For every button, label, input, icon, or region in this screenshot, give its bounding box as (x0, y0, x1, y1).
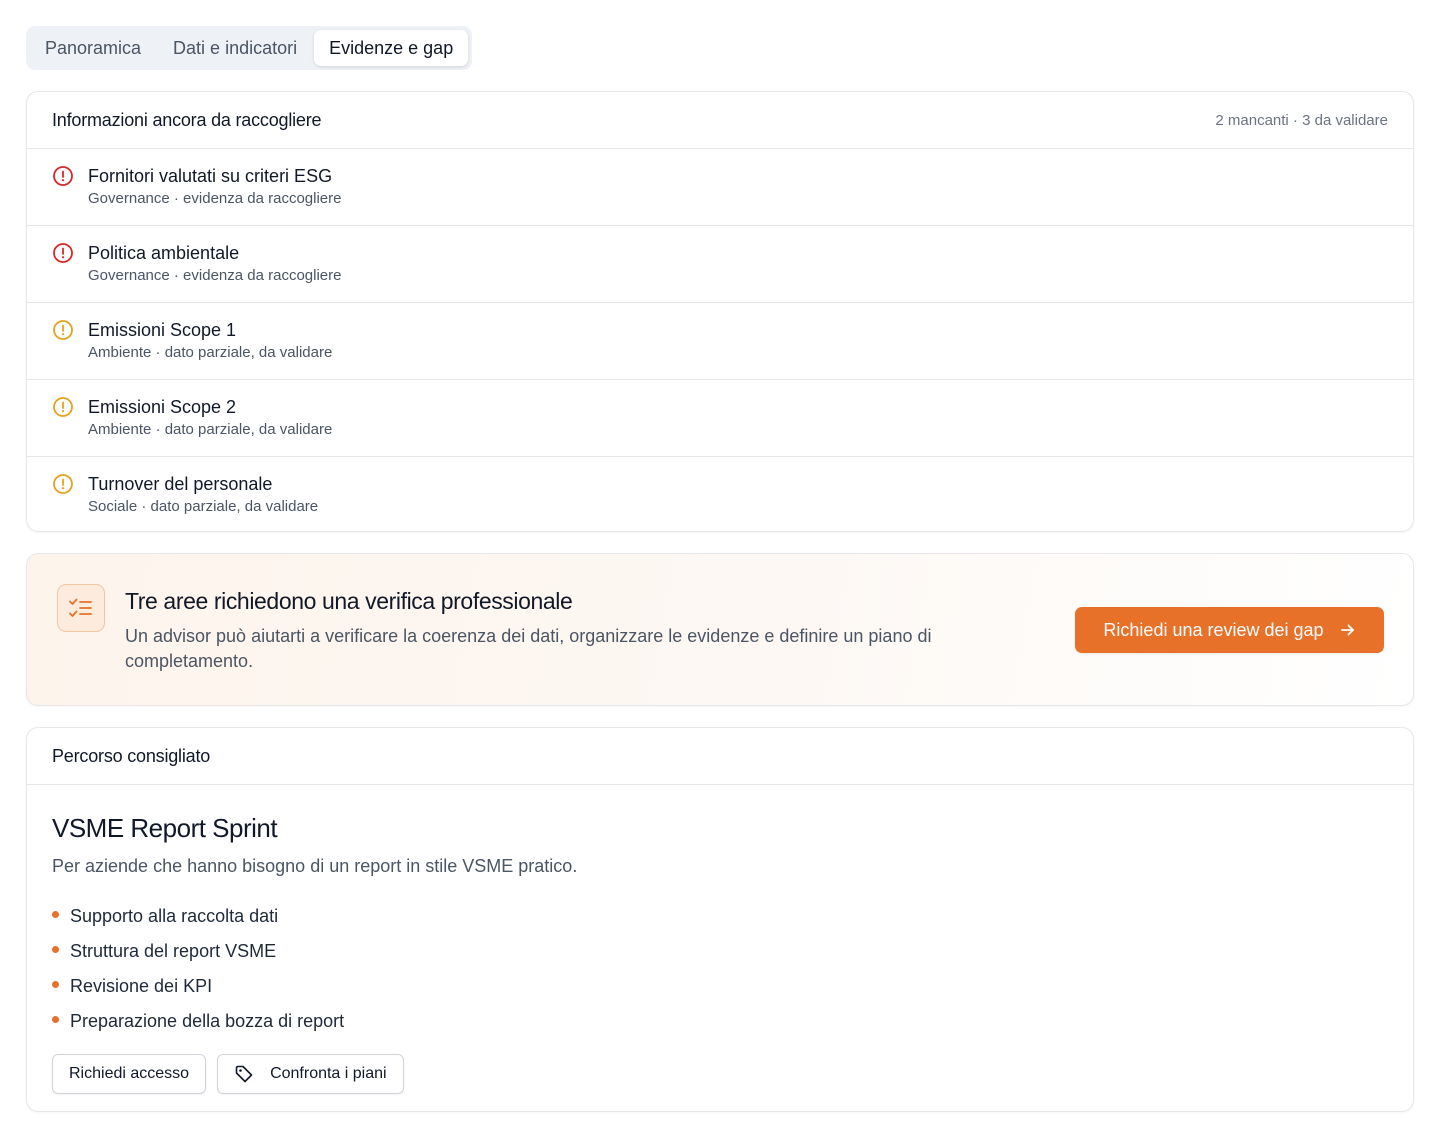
arrow-right-icon (1340, 624, 1354, 636)
request-gap-review-label: Richiedi una review dei gap (1103, 619, 1324, 640)
gap-item[interactable]: Fornitori valutati su criteri ESG Govern… (27, 149, 1413, 226)
plan-feature: Preparazione della bozza di report (52, 1004, 1388, 1039)
list-checks-icon (57, 584, 105, 632)
plan-description: Per aziende che hanno bisogno di un repo… (52, 856, 578, 876)
request-gap-review-button[interactable]: Richiedi una review dei gap (1075, 607, 1384, 653)
plan-feature: Supporto alla raccolta dati (52, 899, 1388, 934)
tag-icon (235, 1065, 253, 1083)
bullet-dot (52, 946, 59, 953)
plan-actions: Richiedi accesso Confronta i piani (52, 1054, 1388, 1094)
gap-item[interactable]: Politica ambientale Governance · evidenz… (27, 226, 1413, 303)
bullet-dot (52, 981, 59, 988)
gap-item[interactable]: Emissioni Scope 1 Ambiente · dato parzia… (27, 303, 1413, 380)
plan-feature: Revisione dei KPI (52, 969, 1388, 1004)
gaps-card-title: Informazioni ancora da raccogliere (52, 109, 322, 130)
gap-item-title: Turnover del personale (88, 474, 273, 494)
professional-review-callout: Tre aree richiedono una verifica profess… (26, 553, 1414, 706)
plan-feature-label: Preparazione della bozza di report (70, 1011, 345, 1031)
tab-bar: Panoramica Dati e indicatori Evidenze e … (26, 26, 473, 70)
gaps-card-header: Informazioni ancora da raccogliere 2 man… (27, 92, 1413, 149)
gap-item-title: Emissioni Scope 2 (88, 397, 237, 417)
plan-features-list: Supporto alla raccolta dati Struttura de… (52, 899, 1388, 1039)
alert-circle-icon (53, 243, 73, 263)
plan-card-title: Percorso consigliato (52, 745, 211, 766)
gap-item-subtitle: Sociale · dato parziale, da validare (88, 498, 319, 515)
plan-card-header: Percorso consigliato (27, 728, 1413, 785)
gap-item-subtitle: Governance · evidenza da raccogliere (88, 267, 342, 284)
gap-item-subtitle: Ambiente · dato parziale, da validare (88, 344, 333, 361)
callout-title: Tre aree richiedono una verifica profess… (125, 588, 573, 614)
gaps-count-summary: 2 mancanti · 3 da validare (1215, 111, 1388, 129)
alert-circle-icon (53, 166, 73, 186)
tab-evidenze-e-gap[interactable]: Evidenze e gap (314, 30, 469, 66)
request-access-button[interactable]: Richiedi accesso (52, 1054, 207, 1094)
gap-item-title: Fornitori valutati su criteri ESG (88, 166, 333, 186)
tab-dati-e-indicatori[interactable]: Dati e indicatori (158, 30, 312, 66)
recommended-plan-card: Percorso consigliato VSME Report Sprint … (26, 727, 1414, 1112)
gap-item-subtitle: Ambiente · dato parziale, da validare (88, 421, 333, 438)
tab-panoramica[interactable]: Panoramica (30, 30, 156, 66)
alert-circle-icon (53, 474, 73, 494)
compare-plans-label: Confronta i piani (270, 1065, 387, 1082)
gap-item-subtitle: Governance · evidenza da raccogliere (88, 190, 342, 207)
plan-name: VSME Report Sprint (52, 813, 278, 843)
alert-circle-icon (53, 320, 73, 340)
gap-item[interactable]: Turnover del personale Sociale · dato pa… (27, 457, 1413, 534)
plan-feature: Struttura del report VSME (52, 934, 1388, 969)
alert-circle-icon (53, 397, 73, 417)
gap-item[interactable]: Emissioni Scope 2 Ambiente · dato parzia… (27, 380, 1413, 457)
bullet-dot (52, 911, 59, 918)
plan-feature-label: Revisione dei KPI (70, 976, 213, 996)
callout-description: Un advisor può aiutarti a verificare la … (125, 626, 932, 671)
gaps-card: Informazioni ancora da raccogliere 2 man… (26, 91, 1414, 532)
plan-feature-label: Struttura del report VSME (70, 941, 277, 961)
plan-feature-label: Supporto alla raccolta dati (70, 906, 279, 926)
compare-plans-button[interactable]: Confronta i piani (217, 1054, 404, 1094)
gap-item-title: Emissioni Scope 1 (88, 320, 237, 340)
gap-item-title: Politica ambientale (88, 243, 240, 263)
bullet-dot (52, 1016, 59, 1023)
